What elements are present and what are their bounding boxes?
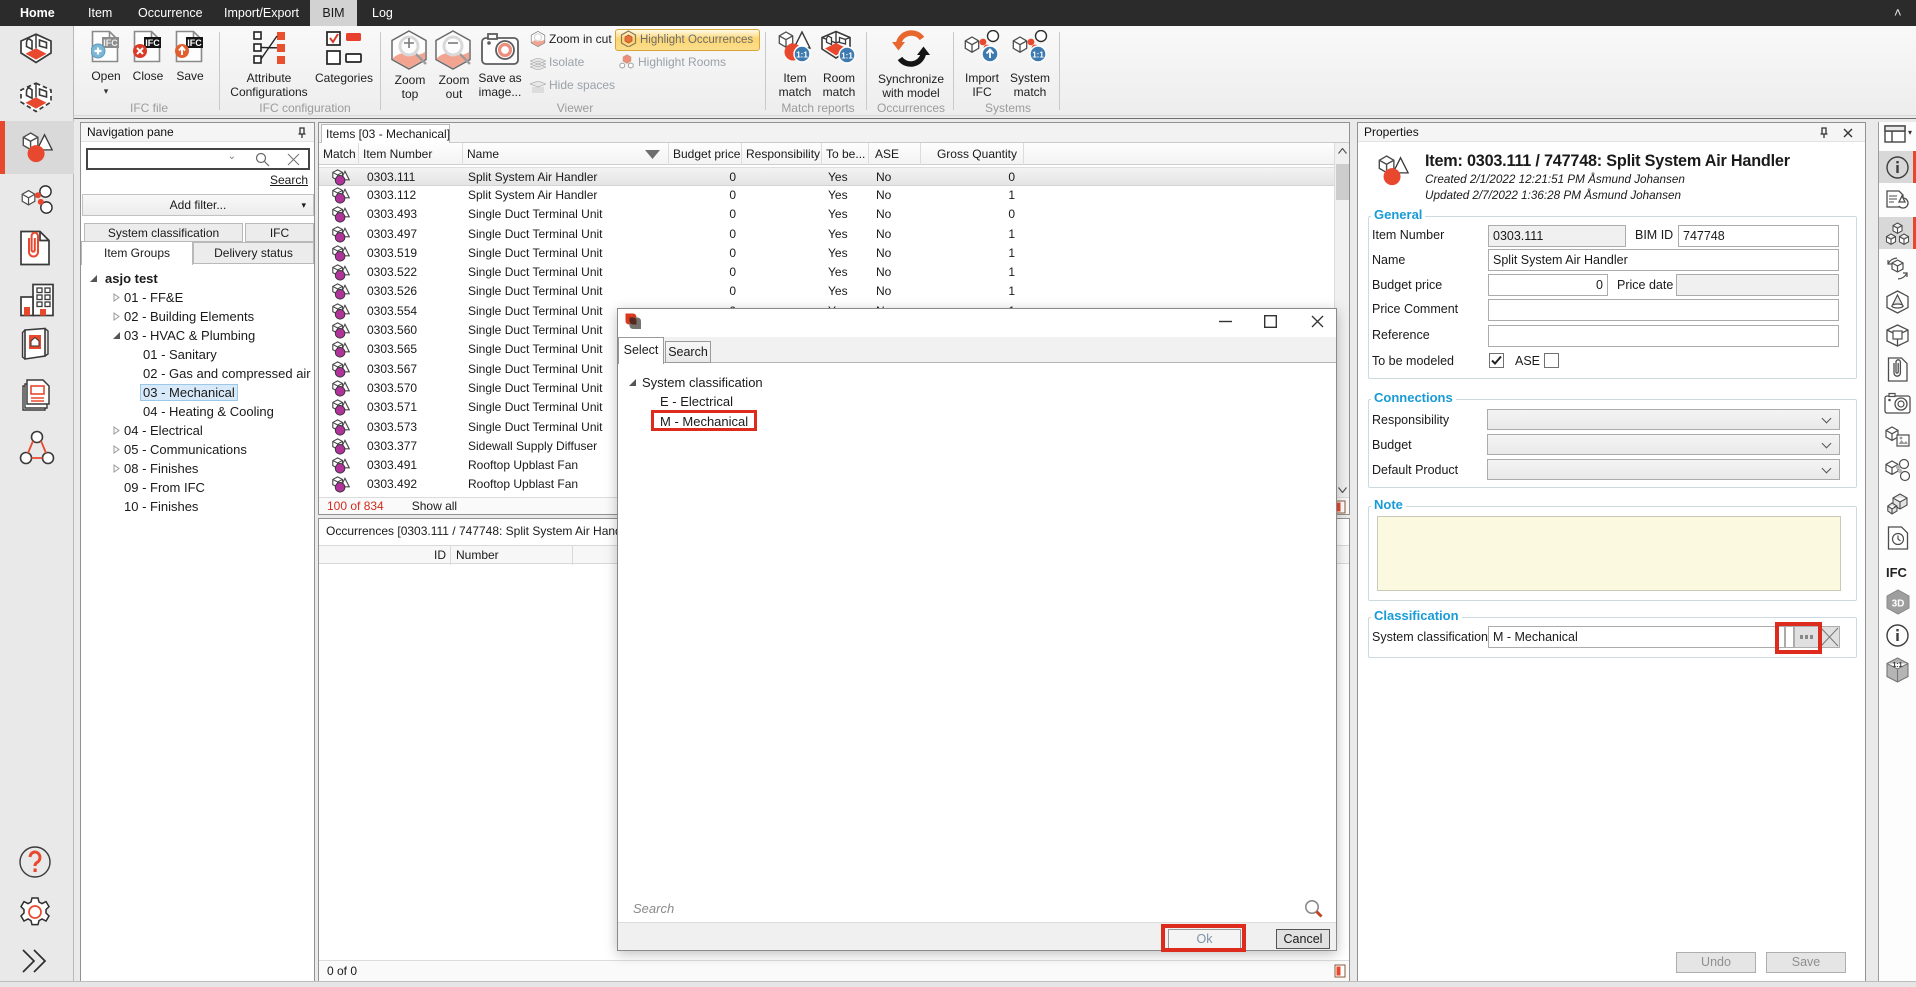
svg-text:1:1: 1:1: [1032, 51, 1044, 60]
svg-text:IFC: IFC: [145, 38, 160, 48]
svg-text:1:1: 1:1: [796, 51, 808, 60]
svg-text:IFC: IFC: [187, 38, 202, 48]
svg-text:1:1: 1:1: [1892, 662, 1902, 669]
svg-text:3D: 3D: [1892, 599, 1905, 610]
svg-text:IFC: IFC: [103, 38, 118, 48]
svg-text:1:1: 1:1: [841, 52, 853, 61]
